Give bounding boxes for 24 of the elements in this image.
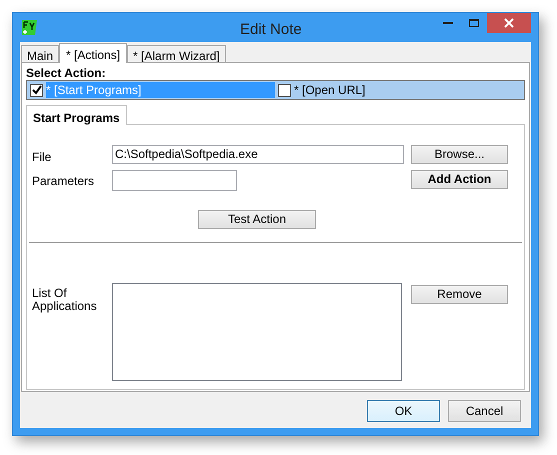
- applications-list[interactable]: [112, 283, 402, 381]
- tab[interactable]: Main: [21, 45, 60, 62]
- field-label: List Of Applications: [32, 285, 98, 313]
- section-label: Select Action:: [26, 65, 107, 80]
- file-field[interactable]: C:\Softpedia\Softpedia.exe: [112, 145, 404, 164]
- tab[interactable]: Start Programs: [26, 105, 127, 125]
- action-item[interactable]: * [Open URL]: [294, 82, 366, 98]
- close-icon: [504, 18, 514, 28]
- window-title: Edit Note: [240, 20, 302, 40]
- add-action-button[interactable]: Add Action: [411, 170, 508, 189]
- checkbox[interactable]: [30, 84, 43, 96]
- app-icon: [21, 19, 38, 36]
- dialog-button[interactable]: OK: [367, 400, 440, 422]
- checkbox[interactable]: [278, 84, 291, 96]
- field-label: File: [32, 149, 52, 166]
- browse-button[interactable]: Browse...: [411, 145, 508, 164]
- dialog-button[interactable]: Cancel: [448, 400, 521, 422]
- field-label: Parameters: [32, 173, 96, 190]
- tab[interactable]: * [Actions]: [59, 43, 128, 63]
- close-button[interactable]: [487, 13, 531, 33]
- parameters-field[interactable]: [112, 170, 237, 191]
- remove-button[interactable]: Remove: [411, 285, 508, 304]
- tab[interactable]: * [Alarm Wizard]: [127, 45, 226, 62]
- test-action-button[interactable]: Test Action: [198, 210, 316, 229]
